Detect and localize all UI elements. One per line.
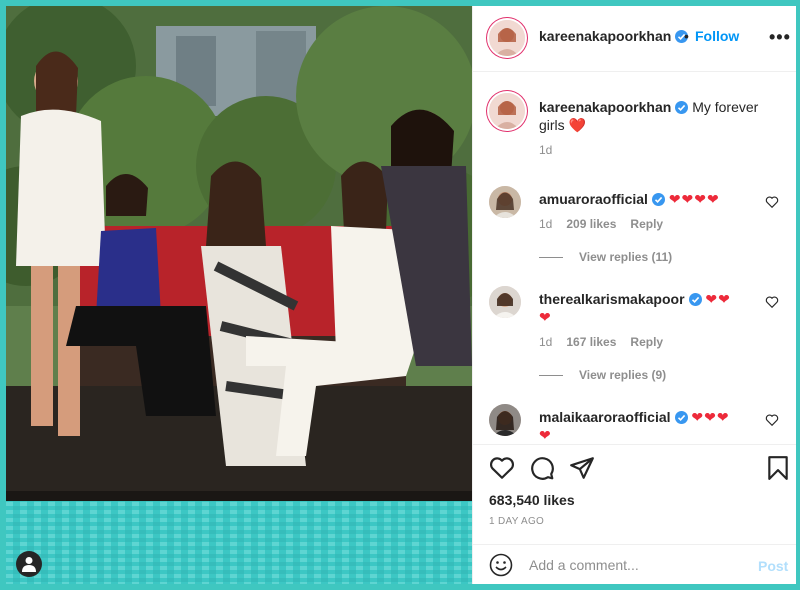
author-username[interactable]: kareenakapoorkhan [539,28,689,44]
author-avatar[interactable] [489,20,525,56]
view-replies-label[interactable]: View replies (11) [579,250,672,264]
comment-hearts: ❤❤❤ [691,409,730,425]
post-side-panel: kareenakapoorkhan • Follow ••• kareenaka… [472,6,796,584]
smiley-icon[interactable] [489,553,513,577]
view-replies-button[interactable]: View replies (11) [539,250,672,264]
comment-input[interactable] [529,553,749,577]
comment-like-heart-icon[interactable] [765,295,779,309]
avatar-image [489,20,525,56]
post-date[interactable]: 1 DAY AGO [489,516,544,527]
follow-button[interactable]: Follow [695,28,739,44]
post-photo[interactable] [6,6,472,584]
comment-likes[interactable]: 167 likes [566,335,616,349]
bookmark-icon[interactable] [765,455,791,481]
avatar-image [489,404,521,436]
comment-text: malaikaaroraofficial ❤❤❤ ❤ [539,408,759,444]
likes-count[interactable]: 683,540 likes [489,492,575,508]
comment-text: therealkarismakapoor ❤❤ ❤ [539,290,759,326]
comment-hearts: ❤❤ [705,291,731,307]
comment-like-heart-icon[interactable] [765,195,779,209]
comment-like-heart-icon[interactable] [765,413,779,427]
reply-button[interactable]: Reply [630,217,663,231]
commenter-username[interactable]: malaikaaroraofficial [539,409,671,425]
more-options-icon[interactable]: ••• [769,27,791,48]
comment-hearts-line2: ❤ [539,309,552,325]
view-replies-label[interactable]: View replies (9) [579,368,666,382]
user-tag-icon [22,557,36,572]
commenter-username[interactable]: therealkarismakapoor [539,291,685,307]
caption-author-avatar[interactable] [489,93,525,129]
replies-divider [539,375,563,377]
comment-likes[interactable]: 209 likes [566,217,616,231]
verified-badge-icon [674,411,688,424]
post-actions: 683,540 likes 1 DAY AGO [473,444,796,544]
comment-meta: 1d 209 likes Reply [539,217,677,231]
post-comment-button[interactable]: Post [758,558,788,574]
commenter-avatar[interactable] [489,286,521,318]
photo-illustration [6,6,472,584]
comment-hearts-line2: ❤ [539,427,552,443]
post-modal: kareenakapoorkhan • Follow ••• kareenaka… [6,6,796,584]
comment-time[interactable]: 1d [539,335,552,349]
commenter-avatar[interactable] [489,186,521,218]
user-tag-button[interactable] [16,551,42,577]
avatar-image [489,186,521,218]
comments-list[interactable]: kareenakapoorkhan My forever girls ❤️ 1d [473,73,796,444]
speech-bubble-icon[interactable] [529,455,555,481]
caption-time[interactable]: 1d [539,143,552,157]
caption-username[interactable]: kareenakapoorkhan [539,99,671,115]
separator-dot: • [684,28,689,44]
replies-divider [539,257,563,259]
caption-heart-emoji: ❤️ [568,117,587,133]
view-replies-button[interactable]: View replies (9) [539,368,666,382]
comment-text: amuaroraofficial ❤❤❤❤ [539,190,759,208]
verified-badge-icon [675,101,689,114]
avatar-image [489,93,525,129]
add-comment-bar: Post [473,544,796,584]
comment-meta: 1d 167 likes Reply [539,335,677,349]
caption-text: kareenakapoorkhan My forever girls ❤️ [539,98,759,134]
author-username-text[interactable]: kareenakapoorkhan [539,28,671,44]
verified-badge-icon [688,293,702,306]
heart-outline-icon[interactable] [489,455,515,481]
comment-hearts: ❤❤❤❤ [668,191,720,207]
verified-badge-icon [651,193,665,206]
avatar-image [489,286,521,318]
commenter-avatar[interactable] [489,404,521,436]
reply-button[interactable]: Reply [630,335,663,349]
post-header: kareenakapoorkhan • Follow ••• [473,6,796,72]
paper-plane-icon[interactable] [569,455,595,481]
comment-time[interactable]: 1d [539,217,552,231]
commenter-username[interactable]: amuaroraofficial [539,191,648,207]
